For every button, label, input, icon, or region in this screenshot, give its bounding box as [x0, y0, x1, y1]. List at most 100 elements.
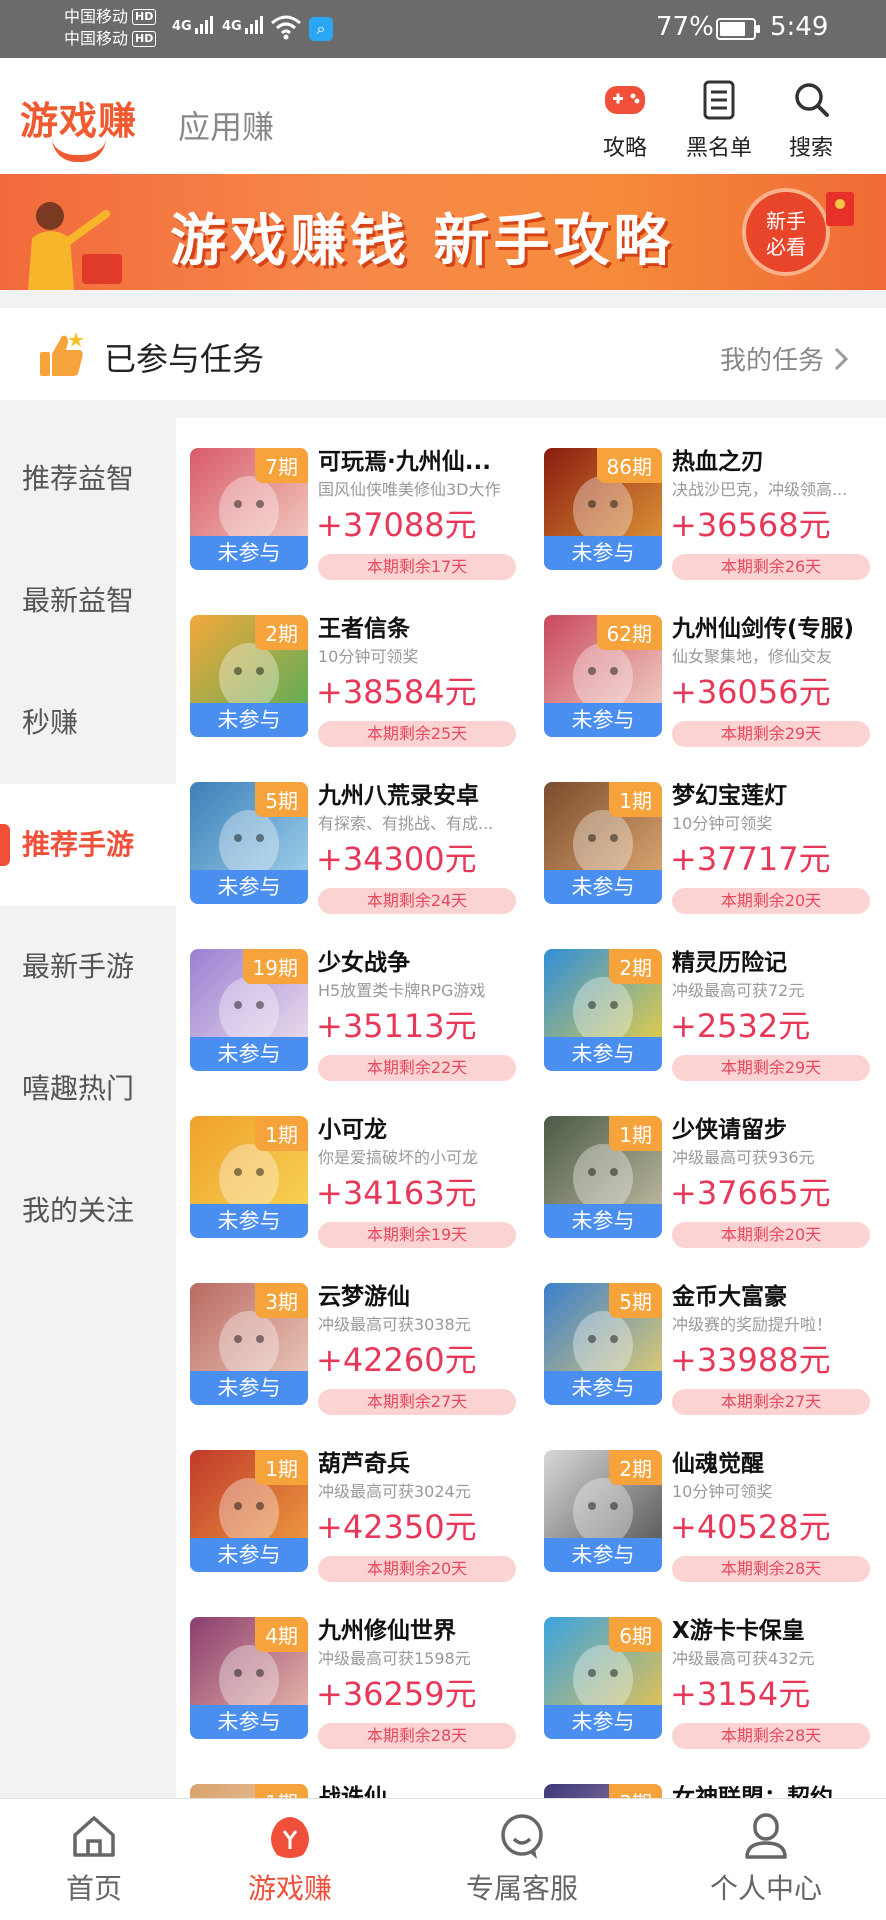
my-tasks-link[interactable]: 我的任务 [720, 340, 850, 377]
network-type-1: 4G [172, 19, 192, 34]
reward-amount: +33988元 [670, 1341, 831, 1379]
game-card[interactable]: 1期战诛仙10分钟可领奖 [176, 1754, 516, 1798]
signal-icon-2: 4G [222, 14, 263, 34]
sidebar-item-following[interactable]: 我的关注 [0, 1150, 176, 1272]
game-card[interactable]: 86期 未参与 热血之刃 决战沙巴克，冲级领高... +36568元 本期剩余26天 [530, 418, 870, 580]
join-status-button[interactable]: 未参与 [544, 1371, 662, 1405]
game-name: 九州八荒录安卓 [318, 783, 479, 809]
game-name: 金币大富豪 [672, 1284, 787, 1310]
strategy-button[interactable]: 攻略 [580, 76, 670, 162]
period-badge: 86期 [596, 448, 662, 483]
join-status-button[interactable]: 未参与 [190, 1204, 308, 1238]
sidebar-item-instant-earn[interactable]: 秒赚 [0, 662, 176, 784]
game-description: 有探索、有挑战、有成... [318, 814, 494, 833]
guide-banner[interactable]: 游戏赚钱 新手攻略 新手 必看 [0, 174, 886, 290]
reward-amount: +36259元 [316, 1675, 477, 1713]
sidebar-item-latest-puzzle[interactable]: 最新益智 [0, 540, 176, 662]
game-description: 冲级最高可获1598元 [318, 1649, 471, 1668]
game-thumbnail: 62期 未参与 [544, 615, 662, 737]
join-status-button[interactable]: 未参与 [544, 870, 662, 904]
period-badge: 19期 [242, 949, 308, 984]
join-status-button[interactable]: 未参与 [544, 1705, 662, 1739]
game-card[interactable]: 3期女神联盟：契约女神不再沉沦！热血激... [530, 1754, 870, 1798]
sidebar-item-recommended-puzzle[interactable]: 推荐益智 [0, 418, 176, 540]
game-thumbnail: 2期未参与 [190, 615, 308, 737]
search-label: 搜索 [788, 136, 833, 161]
remaining-days-pill: 本期剩余24天 [318, 888, 516, 914]
game-thumbnail: 4期 未参与 [190, 1617, 308, 1739]
nav-home[interactable]: 首页 [14, 1809, 174, 1907]
game-card[interactable]: 4期 未参与 九州修仙世界 冲级最高可获1598元 +36259元 本期剩余28天 [176, 1587, 516, 1749]
sidebar-item-hot[interactable]: 嘻趣热门 [0, 1028, 176, 1150]
search-icon [795, 83, 829, 117]
join-status-button[interactable]: 未参与 [190, 1705, 308, 1739]
period-badge: 1期 [255, 1116, 308, 1151]
join-status-button[interactable]: 未参与 [190, 536, 308, 570]
game-card[interactable]: 3期 未参与 云梦游仙 冲级最高可获3038元 +42260元 本期剩余27天 [176, 1253, 516, 1415]
carrier-info: 中国移动 HD 中国移动 HD [64, 6, 157, 50]
list-icon [703, 80, 735, 120]
game-card[interactable]: 5期 未参与 九州八荒录安卓 有探索、有挑战、有成... +34300元 本期剩余24天 [176, 752, 516, 914]
join-status-button[interactable]: 未参与 [190, 870, 308, 904]
nav-game-earn[interactable]: 游戏赚 [210, 1809, 370, 1907]
tab-game-earn[interactable]: 游戏赚 [20, 90, 137, 145]
newbie-badge[interactable]: 新手 必看 [742, 188, 830, 276]
badge-line-1: 新手 [766, 209, 806, 233]
game-card[interactable]: 1期 未参与 梦幻宝莲灯 10分钟可领奖 +37717元 本期剩余20天 [530, 752, 870, 914]
game-name: 云梦游仙 [318, 1284, 410, 1310]
game-card[interactable]: 2期 未参与 王者信条 10分钟可领奖 +38584元 本期剩余25天 [176, 585, 516, 747]
game-card[interactable]: 1期 未参与 葫芦奇兵 冲级最高可获3024元 +42350元 本期剩余20天 [176, 1420, 516, 1582]
game-card[interactable]: 19期 未参与 少女战争 H5放置类卡牌RPG游戏 +35113元 本期剩余22天 [176, 919, 516, 1081]
join-status-button[interactable]: 未参与 [190, 1538, 308, 1572]
nav-customer-service[interactable]: 专属客服 [442, 1809, 602, 1907]
game-thumbnail: 2期 未参与 [544, 949, 662, 1071]
game-card[interactable]: 2期 未参与 精灵历险记 冲级最高可获72元 +2532元 本期剩余29天 [530, 919, 870, 1081]
remaining-days-pill: 本期剩余20天 [672, 888, 870, 914]
period-badge: 1期 [609, 782, 662, 817]
remaining-days-pill: 本期剩余28天 [672, 1723, 870, 1749]
join-status-button[interactable]: 未参与 [190, 1037, 308, 1071]
tab-app-earn[interactable]: 应用赚 [178, 102, 274, 148]
join-status-button[interactable]: 未参与 [544, 703, 662, 737]
game-name: 梦幻宝莲灯 [672, 783, 787, 809]
blacklist-button[interactable]: 黑名单 [674, 76, 764, 162]
game-card[interactable]: 5期 未参与 金币大富豪 冲级赛的奖励提升啦！ +33988元 本期剩余27天 [530, 1253, 870, 1415]
game-card[interactable]: 1期 未参与 少侠请留步 冲级最高可获936元 +37665元 本期剩余20天 [530, 1086, 870, 1248]
game-description: 决战沙巴克，冲级领高... [672, 480, 848, 499]
game-thumbnail: 3期 未参与 [190, 1283, 308, 1405]
wifi-icon [271, 15, 301, 40]
nav-profile[interactable]: 个人中心 [686, 1809, 846, 1907]
game-card[interactable]: 7期 未参与 可玩焉·九州仙... 国风仙侠唯美修仙3D大作 +37088元 本期剩余17… [176, 418, 516, 580]
game-name: 可玩焉·九州仙... [318, 449, 491, 475]
remaining-days-pill: 本期剩余20天 [318, 1556, 516, 1582]
game-card[interactable]: 2期 未参与 仙魂觉醒 10分钟可领奖 +40528元 本期剩余28天 [530, 1420, 870, 1582]
game-description: 冲级最高可获3024元 [318, 1482, 471, 1501]
game-description: 冲级最高可获3038元 [318, 1315, 471, 1334]
period-badge: 2期 [255, 615, 308, 650]
remaining-days-pill: 本期剩余19天 [318, 1222, 516, 1248]
remaining-days-pill: 本期剩余29天 [672, 721, 870, 747]
reward-amount: +36568元 [670, 506, 831, 544]
game-card[interactable]: 6期 未参与 X游卡卡保皇 冲级最高可获432元 +3154元 本期剩余28天 [530, 1587, 870, 1749]
nav-home-label: 首页 [65, 1872, 122, 1905]
game-name: 少侠请留步 [672, 1117, 787, 1143]
game-thumbnail: 5期 未参与 [190, 782, 308, 904]
join-status-button[interactable]: 未参与 [544, 536, 662, 570]
join-status-button[interactable]: 未参与 [544, 1037, 662, 1071]
game-name: 少女战争 [318, 950, 410, 976]
join-status-button[interactable]: 未参与 [190, 703, 308, 737]
join-status-button[interactable]: 未参与 [190, 1371, 308, 1405]
join-status-button[interactable]: 未参与 [544, 1538, 662, 1572]
game-card[interactable]: 1期 未参与 小可龙 你是爱搞破坏的小可龙 +34163元 本期剩余19天 [176, 1086, 516, 1248]
join-status-button[interactable]: 未参与 [544, 1204, 662, 1238]
search-button[interactable]: 搜索 [766, 76, 856, 162]
hd-badge: HD [132, 9, 157, 25]
reward-amount: +40528元 [670, 1508, 831, 1546]
game-name: 王者信条 [318, 616, 410, 642]
blacklist-label: 黑名单 [685, 136, 752, 161]
sidebar-item-latest-mobile[interactable]: 最新手游 [0, 906, 176, 1028]
user-icon [745, 1813, 787, 1859]
game-card[interactable]: 62期 未参与 九州仙剑传(专服) 仙女聚集地，修仙交友 +36056元 本期剩余29天 [530, 585, 870, 747]
game-name: 九州修仙世界 [318, 1618, 456, 1644]
sidebar-item-recommended-mobile[interactable]: 推荐手游 [0, 784, 176, 906]
